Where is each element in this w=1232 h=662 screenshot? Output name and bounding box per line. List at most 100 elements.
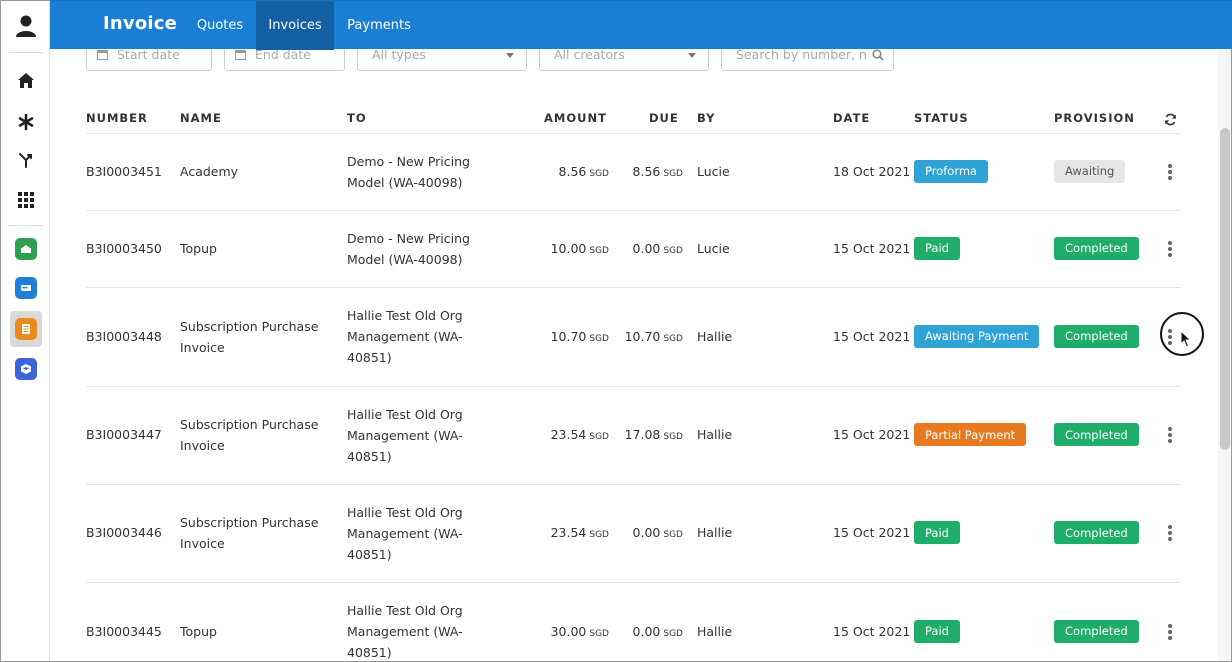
invoice-amount: 10.70 SGD [551, 329, 609, 344]
amount-value: 10.70 [550, 328, 587, 344]
invoice-number[interactable]: B3I0003450 [86, 238, 162, 259]
invoice-recipient-line: Management (WA- [347, 329, 463, 344]
app-blue-icon[interactable] [1, 270, 51, 306]
status-badge: Paid [914, 236, 960, 260]
provision-badge: Completed [1054, 619, 1139, 643]
invoice-date: 15 Oct 2021 [833, 525, 911, 540]
due-value: 8.56 [632, 163, 661, 179]
due-currency: SGD [663, 245, 683, 256]
col-header-due[interactable]: DUE [649, 111, 679, 125]
invoice-number[interactable]: B3I0003451 [86, 161, 162, 182]
rail-divider [9, 52, 43, 53]
provision-badge: Completed [1054, 521, 1139, 544]
asterisk-icon[interactable] [1, 104, 51, 140]
amount-currency: SGD [589, 628, 609, 639]
refresh-icon[interactable] [1164, 111, 1177, 130]
tab-payments[interactable]: Payments [335, 1, 423, 50]
col-header-status[interactable]: STATUS [914, 111, 969, 125]
invoice-amount: 30.00 SGD [551, 624, 609, 639]
invoice-name: Academy [180, 161, 238, 182]
invoice-amount: 23.54 SGD [551, 427, 609, 442]
invoice-recipient: Demo - New Pricing Model (WA-40098) [347, 151, 470, 193]
invoice-recipient-line: Hallie Test Old Org [347, 603, 463, 618]
provision-badge: Completed [1054, 324, 1139, 348]
invoice-creator: Hallie [697, 623, 733, 639]
invoice-amount: 8.56 SGD [559, 164, 609, 179]
due-value: 0.00 [632, 240, 661, 256]
invoice-number[interactable]: B3I0003446 [86, 522, 162, 543]
invoice-recipient-line: Demo - New Pricing [347, 153, 470, 169]
invoice-creator: Lucie [697, 240, 730, 256]
col-header-number[interactable]: NUMBER [86, 111, 148, 125]
search-placeholder: Search by number, n [736, 47, 867, 62]
invoice-name-line: Topup [180, 624, 217, 639]
amount-value: 23.54 [550, 525, 587, 540]
status-badge: Awaiting Payment [914, 324, 1040, 348]
creator-select-placeholder: All creators [554, 47, 625, 62]
col-header-to[interactable]: TO [347, 111, 367, 125]
row-actions-kebab-icon[interactable] [1166, 162, 1174, 182]
invoice-amount: 10.00 SGD [551, 241, 609, 256]
row-actions-kebab-icon[interactable] [1166, 622, 1174, 642]
scrollbar-thumb[interactable] [1220, 128, 1230, 450]
invoice-recipient: Hallie Test Old Org Management (WA- 40851) [347, 502, 463, 565]
provision-badge: Awaiting [1054, 159, 1126, 183]
due-currency: SGD [663, 333, 683, 344]
invoice-recipient-line: 40851) [347, 448, 392, 464]
invoice-recipient-line: Hallie Test Old Org [347, 504, 463, 520]
col-header-amount[interactable]: AMOUNT [544, 111, 607, 125]
due-value: 10.70 [624, 328, 661, 344]
invoice-recipient-line: 40851) [347, 350, 392, 365]
row-divider [86, 484, 1180, 485]
invoice-date: 15 Oct 2021 [833, 240, 911, 256]
merge-icon[interactable] [1, 142, 51, 178]
due-currency: SGD [663, 168, 683, 179]
col-header-name[interactable]: NAME [180, 111, 222, 125]
invoice-name-line: Topup [180, 241, 217, 256]
status-badge: Partial Payment [914, 423, 1027, 446]
invoice-number[interactable]: B3I0003448 [86, 326, 162, 347]
app-green-icon[interactable] [1, 231, 51, 267]
col-header-date[interactable]: DATE [833, 111, 870, 125]
amount-currency: SGD [589, 333, 609, 344]
invoice-recipient: Hallie Test Old Org Management (WA- 40851) [347, 404, 463, 467]
amount-value: 10.00 [550, 240, 587, 256]
row-actions-kebab-icon[interactable] [1166, 523, 1174, 543]
tab-quotes[interactable]: Quotes [185, 1, 255, 50]
user-icon[interactable] [1, 8, 51, 44]
due-value: 0.00 [632, 623, 661, 639]
chevron-down-icon [688, 53, 696, 58]
calendar-icon [235, 49, 246, 60]
amount-currency: SGD [589, 432, 609, 442]
invoice-name-line: Subscription Purchase [180, 417, 319, 432]
invoice-recipient-line: 40851) [347, 645, 392, 660]
amount-value: 30.00 [550, 623, 587, 639]
start-date-placeholder: Start date [117, 47, 180, 62]
row-divider [86, 386, 1180, 387]
invoice-recipient-line: Model (WA-40098) [347, 174, 463, 190]
invoice-name-line: Subscription Purchase [180, 515, 319, 530]
invoice-number[interactable]: B3I0003447 [86, 424, 162, 445]
home-icon[interactable] [1, 63, 51, 99]
search-icon [872, 49, 884, 64]
app-package-icon[interactable] [1, 351, 51, 387]
app-invoice-icon[interactable] [10, 311, 42, 347]
invoice-number[interactable]: B3I0003445 [86, 621, 162, 642]
invoice-name-line: Invoice [180, 536, 225, 551]
invoice-recipient-line: Management (WA- [347, 525, 463, 541]
amount-value: 8.56 [558, 163, 587, 179]
invoice-creator: Hallie [697, 427, 733, 442]
col-header-provision[interactable]: PROVISION [1054, 111, 1135, 125]
calendar-icon [97, 49, 108, 60]
row-actions-kebab-icon[interactable] [1166, 425, 1174, 445]
tab-invoices[interactable]: Invoices [256, 1, 334, 50]
row-divider [86, 210, 1180, 211]
col-header-by[interactable]: BY [697, 111, 715, 125]
invoice-recipient-line: Model (WA-40098) [347, 251, 463, 267]
amount-currency: SGD [589, 245, 609, 256]
invoice-name: Topup [180, 621, 217, 642]
status-badge: Paid [914, 521, 960, 544]
row-actions-kebab-icon[interactable] [1166, 239, 1174, 259]
apps-grid-icon[interactable] [1, 182, 51, 218]
invoice-creator: Lucie [697, 163, 730, 179]
